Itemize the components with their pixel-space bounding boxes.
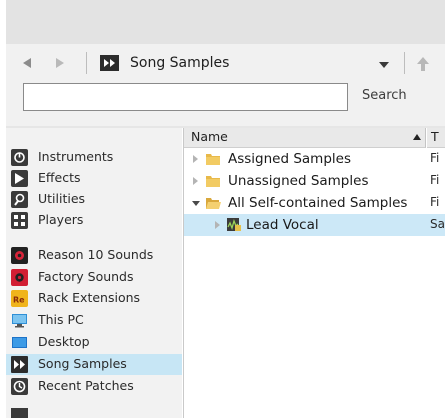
recent-patches-icon — [11, 378, 28, 395]
sidebar-item-label: Rack Extensions — [38, 290, 141, 305]
sample-file-icon — [226, 217, 242, 232]
sidebar-item-label: Song Samples — [38, 356, 127, 371]
search-button[interactable]: Search — [362, 88, 407, 103]
column-header-type-label: T — [431, 129, 439, 144]
sort-ascending-icon — [413, 134, 421, 140]
sidebar-item-label: Players — [38, 212, 84, 227]
expand-arrow-icon[interactable] — [193, 177, 198, 185]
svg-text:Re: Re — [13, 296, 25, 305]
instruments-icon — [11, 149, 28, 166]
list-item-label: All Self-contained Samples — [228, 195, 408, 211]
partial-sidebar-icon — [11, 408, 28, 418]
sidebar-item-factory-sounds[interactable]: Factory Sounds — [6, 267, 182, 288]
expand-arrow-icon[interactable] — [215, 221, 220, 229]
rack-extensions-icon: Re — [11, 290, 28, 307]
location-dropdown-icon[interactable] — [379, 62, 389, 68]
sidebar-item-this-pc[interactable]: This PC — [6, 310, 182, 331]
up-folder-button[interactable] — [416, 56, 430, 72]
toolbar-divider — [86, 52, 87, 74]
sidebar-item-reason-10-sounds[interactable]: Reason 10 Sounds — [6, 245, 182, 266]
sidebar-item-label: This PC — [38, 312, 84, 327]
search-input[interactable] — [23, 83, 348, 111]
list-item[interactable]: Assigned Samples Fi — [184, 148, 445, 170]
window-top-band — [6, 0, 445, 44]
utilities-icon — [11, 191, 28, 208]
sidebar-item-desktop[interactable]: Desktop — [6, 332, 182, 353]
sidebar-item-utilities[interactable]: Utilities — [6, 189, 182, 210]
folder-icon — [205, 173, 221, 188]
song-samples-location-icon — [100, 55, 119, 71]
toolbar-divider — [404, 52, 405, 74]
list-item-selected[interactable]: Lead Vocal Sa — [184, 214, 445, 236]
this-pc-icon — [11, 312, 28, 329]
desktop-icon — [11, 334, 28, 351]
forward-arrow-icon — [56, 58, 64, 68]
expand-arrow-icon[interactable] — [193, 155, 198, 163]
sidebar-item-label: Reason 10 Sounds — [38, 247, 154, 262]
column-header-name-label: Name — [191, 129, 228, 144]
sidebar-item-players[interactable]: Players — [6, 210, 182, 231]
sidebar-item-label: Utilities — [38, 191, 86, 206]
reason-sounds-icon — [11, 247, 28, 264]
forward-button[interactable] — [56, 56, 70, 70]
list-item[interactable]: Unassigned Samples Fi — [184, 170, 445, 192]
sidebar-item-label: Instruments — [38, 149, 114, 164]
folder-icon — [205, 151, 221, 166]
sidebar-item-label: Effects — [38, 170, 81, 185]
open-folder-icon — [205, 195, 221, 210]
list-item-type: Sa — [430, 217, 445, 231]
effects-icon — [11, 170, 28, 187]
location-label: Song Samples — [130, 55, 230, 71]
sidebar-item-song-samples[interactable]: Song Samples — [6, 354, 182, 375]
sidebar-item-label: Desktop — [38, 334, 90, 349]
factory-sounds-icon — [11, 269, 28, 286]
list-item-label: Lead Vocal — [246, 217, 319, 233]
song-samples-icon — [11, 356, 28, 373]
list-item-label: Assigned Samples — [228, 151, 351, 167]
sidebar-item-instruments[interactable]: Instruments — [6, 147, 182, 168]
sidebar-item-recent-patches[interactable]: Recent Patches — [6, 376, 182, 397]
list-item-type: Fi — [430, 173, 440, 187]
list-item-type: Fi — [430, 151, 440, 165]
list-item[interactable]: All Self-contained Samples Fi — [184, 192, 445, 214]
list-item-type: Fi — [430, 195, 440, 209]
collapse-arrow-icon[interactable] — [192, 201, 200, 206]
back-arrow-icon — [23, 58, 31, 68]
sidebar-item-label: Recent Patches — [38, 378, 134, 393]
column-header-type[interactable]: T — [427, 128, 445, 148]
players-icon — [11, 212, 28, 229]
up-arrow-icon — [417, 57, 429, 71]
list-item-label: Unassigned Samples — [228, 173, 369, 189]
sidebar-item-effects[interactable]: Effects — [6, 168, 182, 189]
sidebar-item-label: Factory Sounds — [38, 269, 134, 284]
back-button[interactable] — [23, 56, 37, 70]
sidebar-item-rack-extensions[interactable]: Re Rack Extensions — [6, 288, 182, 309]
